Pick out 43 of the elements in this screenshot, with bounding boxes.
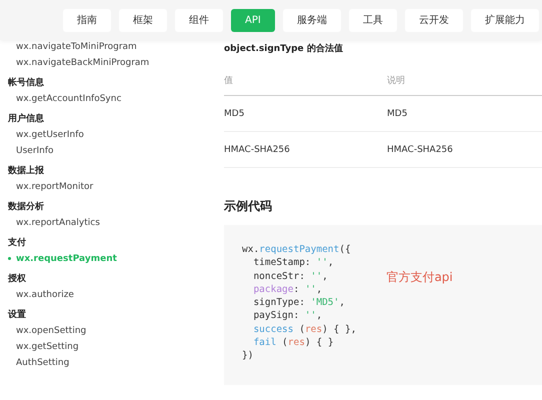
table-cell-text: MD5 [387, 108, 408, 118]
sidebar-group-title: 数据上报 [7, 164, 45, 178]
sidebar-item[interactable]: wx.reportAnalytics [0, 215, 170, 231]
sidebar-group-title: 授权 [7, 272, 27, 286]
code-line: wx.requestPayment({ [242, 243, 352, 256]
sidebar-item[interactable]: wx.getAccountInfoSync [0, 91, 170, 107]
sidebar-item[interactable]: UserInfo [0, 143, 170, 159]
table-cell-text: HMAC-SHA256 [387, 144, 454, 154]
sidebar-item[interactable]: wx.reportMonitor [0, 179, 170, 195]
sidebar-item[interactable]: wx.getUserInfo [0, 127, 170, 143]
code-line: success (res) { }, [252, 322, 356, 336]
code-line: package: '', [252, 282, 324, 296]
sidebar-group-title: 用户信息 [7, 112, 45, 126]
sidebar-item[interactable]: wx.authorize [0, 287, 170, 303]
code-line: nonceStr: '', [252, 270, 329, 283]
annotation-text: 官方支付api [386, 269, 453, 286]
nav-tab[interactable]: 云开发 [404, 8, 463, 32]
code-line: paySign: '', [252, 309, 324, 323]
nav-tab[interactable]: 服务端 [282, 8, 341, 32]
nav-tab[interactable]: 扩展能力 [470, 8, 539, 32]
nav-tab[interactable]: 指南 [63, 8, 111, 32]
code-line: fail (res) { } [252, 336, 335, 350]
nav-tab[interactable]: 组件 [175, 8, 223, 32]
table-cell-text: HMAC-SHA256 [224, 144, 291, 154]
sidebar-item[interactable]: wx.getSetting [0, 339, 170, 355]
nav-tab[interactable]: 框架 [119, 8, 167, 32]
code-line: timeStamp: '', [252, 256, 335, 270]
sidebar-item[interactable]: wx.navigateBackMiniProgram [0, 55, 170, 71]
column-header: 说明 [387, 74, 406, 86]
code-line: }) [242, 349, 254, 363]
sidebar-item[interactable]: wx.openSetting [0, 323, 170, 339]
column-header: 值 [224, 74, 234, 86]
sidebar-item[interactable]: AuthSetting [0, 355, 170, 371]
sidebar-group-title: 帐号信息 [7, 76, 45, 90]
sidebar-group-title: 数据分析 [7, 200, 45, 214]
sidebar-group-title: 支付 [7, 236, 27, 250]
table-cell-text: MD5 [224, 108, 246, 118]
nav-tab[interactable]: 工具 [348, 8, 397, 32]
sidebar-item[interactable]: wx.navigateToMiniProgram [0, 39, 170, 55]
code-line: signType: 'MD5', [252, 296, 346, 310]
table-title: object.signType 的合法值 [224, 42, 344, 55]
sidebar-group-title: 设置 [6, 308, 27, 322]
section-heading: 示例代码 [224, 198, 273, 215]
